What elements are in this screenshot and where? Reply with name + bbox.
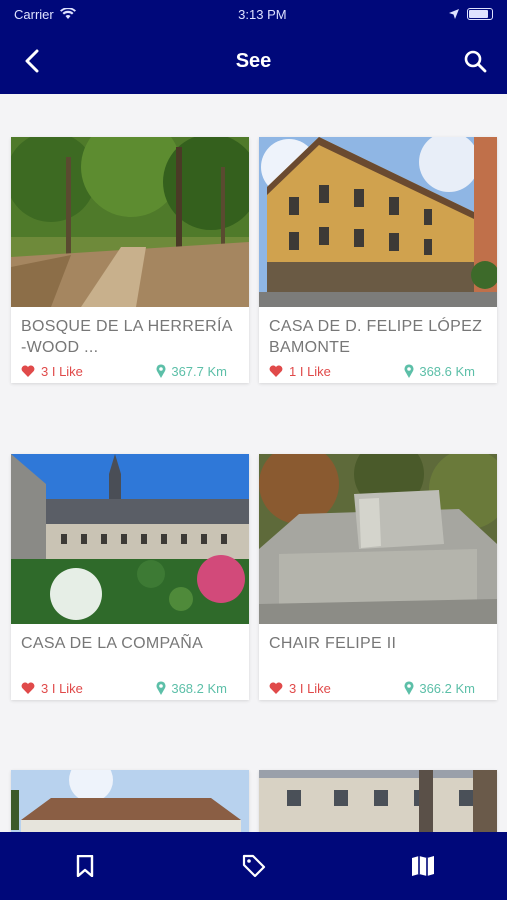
page-title: See [235, 49, 272, 72]
app-header: Carrier 3:13 PM See [0, 0, 507, 94]
place-name: CASA DE D. FELIPE LÓPEZ BAMONTE [269, 318, 483, 356]
distance: 366.2 Km [404, 681, 475, 696]
likes-count: 3 I Like [289, 680, 331, 696]
status-bar: Carrier 3:13 PM [0, 0, 507, 28]
place-card[interactable]: CASA DE D. FELIPE LÓPEZ BAMONTE 1 I Like… [259, 137, 497, 383]
bottom-tab-bar [0, 832, 507, 900]
chevron-left-icon [25, 49, 39, 73]
place-card[interactable]: CASA DE LA COMPAÑA 3 I Like 368.2 Km [11, 454, 249, 700]
place-card[interactable]: BOSQUE DE LA HERRERÍA -WOOD ... 3 I Like… [11, 137, 249, 383]
distance: 368.2 Km [156, 681, 227, 696]
search-button[interactable] [461, 47, 489, 75]
distance-value: 368.2 Km [171, 680, 227, 696]
place-photo-roof [11, 770, 249, 832]
place-meta: 1 I Like 368.6 Km [259, 359, 497, 383]
distance-value: 367.7 Km [171, 363, 227, 379]
battery-icon [467, 8, 493, 20]
distance-value: 368.6 Km [419, 363, 475, 379]
place-meta: 3 I Like 366.2 Km [259, 676, 497, 700]
heart-icon [269, 365, 283, 377]
likes[interactable]: 3 I Like [21, 681, 83, 696]
tab-tags[interactable] [234, 846, 274, 886]
distance: 367.7 Km [156, 364, 227, 379]
place-photo-facade [259, 770, 497, 832]
place-card[interactable] [11, 770, 249, 832]
status-time: 3:13 PM [238, 6, 287, 22]
likes[interactable]: 1 I Like [269, 364, 331, 379]
location-pin-icon [404, 681, 414, 695]
heart-icon [21, 365, 35, 377]
places-grid[interactable]: BOSQUE DE LA HERRERÍA -WOOD ... 3 I Like… [0, 94, 507, 832]
likes-count: 3 I Like [41, 680, 83, 696]
tag-icon [242, 854, 265, 878]
tab-bookmarks[interactable] [65, 846, 105, 886]
location-pin-icon [404, 364, 414, 378]
wifi-icon [59, 8, 76, 19]
location-pin-icon [156, 681, 166, 695]
place-meta: 3 I Like 367.7 Km [11, 359, 249, 383]
heart-icon [21, 682, 35, 694]
place-photo-forest [11, 137, 249, 307]
place-name: CASA DE LA COMPAÑA [21, 635, 204, 652]
likes[interactable]: 3 I Like [21, 364, 83, 379]
map-icon [411, 856, 434, 876]
distance-value: 366.2 Km [419, 680, 475, 696]
place-photo-building [259, 137, 497, 307]
back-button[interactable] [18, 47, 46, 75]
search-icon [464, 50, 487, 73]
carrier-label: Carrier [14, 6, 54, 22]
distance: 368.6 Km [404, 364, 475, 379]
location-pin-icon [156, 364, 166, 378]
place-name: BOSQUE DE LA HERRERÍA -WOOD ... [21, 318, 232, 356]
heart-icon [269, 682, 283, 694]
likes-count: 3 I Like [41, 363, 83, 379]
tab-map[interactable] [403, 846, 443, 886]
nav-bar: See [0, 28, 507, 94]
place-photo-stone-chair [259, 454, 497, 624]
place-name: CHAIR FELIPE II [269, 635, 397, 652]
bookmark-icon [76, 855, 93, 877]
likes-count: 1 I Like [289, 363, 331, 379]
place-card[interactable] [259, 770, 497, 832]
place-photo-garden [11, 454, 249, 624]
location-arrow-icon [449, 9, 459, 19]
likes[interactable]: 3 I Like [269, 681, 331, 696]
place-card[interactable]: CHAIR FELIPE II 3 I Like 366.2 Km [259, 454, 497, 700]
place-meta: 3 I Like 368.2 Km [11, 676, 249, 700]
